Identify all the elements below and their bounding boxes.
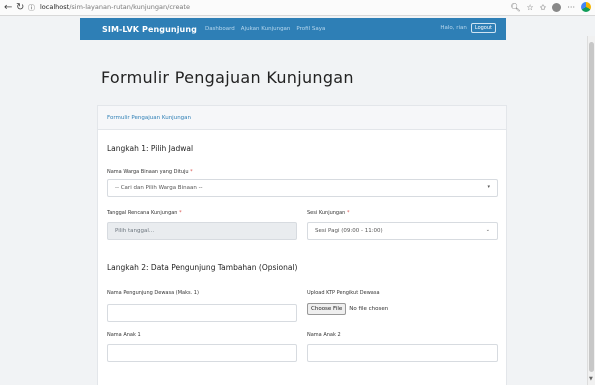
more-menu-icon[interactable]: ···: [567, 3, 575, 12]
bookmark-star-icon[interactable]: ☆: [526, 3, 533, 12]
chevron-down-icon: ⌄: [485, 227, 490, 233]
scroll-down-arrow-icon[interactable]: ▼: [589, 376, 593, 382]
scrollbar-thumb[interactable]: [589, 42, 594, 372]
favorites-icon[interactable]: ✩: [540, 3, 547, 12]
sesi-select-value: Sesi Pagi (09:00 - 11:00): [315, 228, 383, 234]
browser-toolbar: ← ↻ ⓘ localhost/sim-layanan-rutan/kunjun…: [0, 0, 595, 16]
app-navbar: SIM-LVK Pengunjung Dashboard Ajukan Kunj…: [80, 18, 506, 40]
card-header: Formulir Pengajuan Kunjungan: [98, 106, 506, 130]
warga-label-text: Nama Warga Binaan yang Dituju: [107, 169, 189, 175]
nav-dashboard[interactable]: Dashboard: [205, 26, 235, 32]
page-title: Formulir Pengajuan Kunjungan: [101, 68, 354, 87]
chevron-down-icon: ▾: [487, 184, 490, 190]
address-bar[interactable]: localhost/sim-layanan-rutan/kunjungan/cr…: [40, 3, 190, 11]
choose-file-button[interactable]: Choose File: [307, 303, 347, 315]
logout-button[interactable]: Logout: [470, 23, 496, 33]
scrollbar[interactable]: ▼: [587, 36, 595, 385]
required-mark: *: [346, 210, 350, 216]
url-path: /sim-layanan-rutan/kunjungan/create: [69, 3, 190, 11]
step2-heading: Langkah 2: Data Pengunjung Tambahan (Ops…: [107, 263, 298, 272]
sesi-select[interactable]: Sesi Pagi (09:00 - 11:00) ⌄: [307, 222, 498, 240]
tanggal-placeholder: Pilih tanggal...: [115, 228, 155, 234]
dewasa-input[interactable]: [107, 304, 297, 322]
user-greeting: Halo, rian: [440, 25, 467, 31]
warga-select[interactable]: -- Cari dan Pilih Warga Binaan -- ▾: [107, 179, 498, 197]
profile-avatar[interactable]: [552, 2, 562, 12]
anak2-input[interactable]: [307, 344, 498, 362]
warga-select-placeholder: -- Cari dan Pilih Warga Binaan --: [115, 185, 203, 191]
ktp-file-input[interactable]: Choose File No file chosen: [307, 303, 388, 315]
brand-link[interactable]: SIM-LVK Pengunjung: [102, 25, 197, 34]
back-icon[interactable]: ←: [4, 2, 12, 13]
info-icon[interactable]: ⓘ: [28, 3, 35, 13]
tanggal-label: Tanggal Rencana Kunjungan *: [107, 210, 182, 216]
form-card: Formulir Pengajuan Kunjungan Langkah 1: …: [97, 105, 507, 385]
warga-label: Nama Warga Binaan yang Dituju *: [107, 169, 193, 175]
tanggal-input[interactable]: Pilih tanggal...: [107, 222, 297, 240]
url-host: localhost: [40, 3, 70, 11]
ktp-label: Upload KTP Pengikut Dewasa: [307, 290, 380, 296]
zoom-icon[interactable]: 🔍︎: [510, 3, 520, 12]
nav-profil-saya[interactable]: Profil Saya: [296, 26, 325, 32]
required-mark: *: [190, 169, 193, 175]
required-mark: *: [179, 210, 182, 216]
nav-ajukan-kunjungan[interactable]: Ajukan Kunjungan: [241, 26, 291, 32]
anak1-label: Nama Anak 1: [107, 332, 141, 338]
anak2-label: Nama Anak 2: [307, 332, 341, 338]
sesi-label-text: Sesi Kunjungan: [307, 210, 346, 216]
sesi-label: Sesi Kunjungan *: [307, 210, 349, 216]
reload-icon[interactable]: ↻: [16, 2, 24, 13]
dewasa-label: Nama Pengunjung Dewasa (Maks. 1): [107, 290, 199, 296]
anak1-input[interactable]: [107, 344, 297, 362]
step1-heading: Langkah 1: Pilih Jadwal: [107, 144, 194, 153]
no-file-text: No file chosen: [349, 306, 389, 312]
tanggal-label-text: Tanggal Rencana Kunjungan: [107, 210, 178, 216]
extension-icon[interactable]: [581, 2, 591, 12]
